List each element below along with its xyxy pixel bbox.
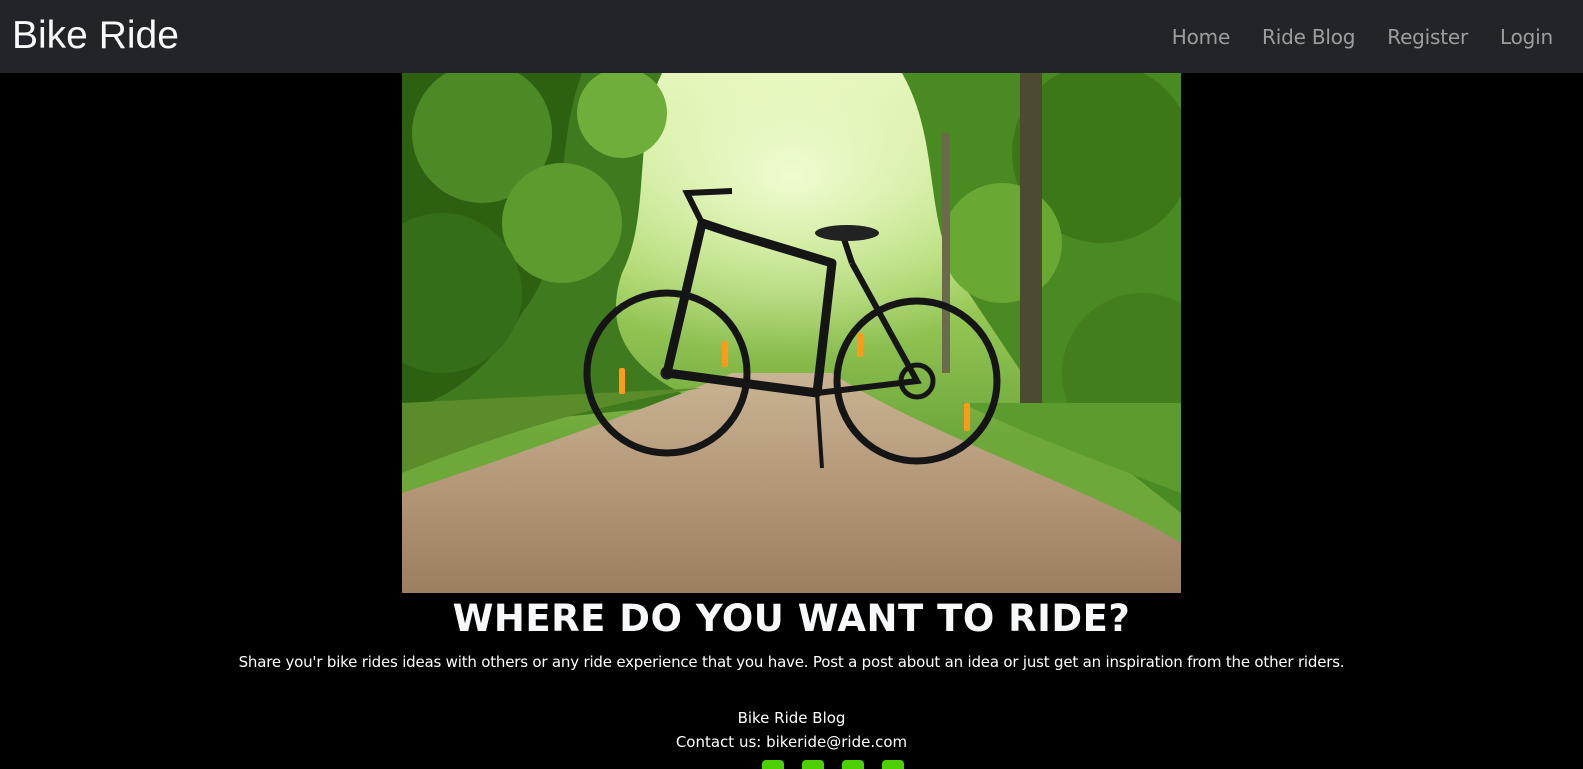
brand-logo[interactable]: Bike Ride <box>12 16 179 55</box>
youtube-icon[interactable] <box>882 760 904 769</box>
hero-image <box>402 73 1181 593</box>
instagram-icon[interactable] <box>842 760 864 769</box>
nav-home-link[interactable]: Home <box>1172 25 1230 49</box>
facebook-icon[interactable] <box>762 760 784 769</box>
nav-ride-blog-link[interactable]: Ride Blog <box>1262 25 1355 49</box>
footer-title: Bike Ride Blog <box>737 709 846 727</box>
lead-text: Share you'r bike rides ideas with others… <box>238 653 1345 671</box>
page-title: WHERE DO YOU WANT TO RIDE? <box>452 597 1131 640</box>
nav-register-link[interactable]: Register <box>1387 25 1468 49</box>
nav-links: Home Ride Blog Register Login <box>1140 25 1553 49</box>
nav-login-link[interactable]: Login <box>1500 25 1553 49</box>
footer-contact[interactable]: Contact us: bikeride@ride.com <box>0 731 1583 753</box>
twitter-icon[interactable] <box>802 760 824 769</box>
navbar: Bike Ride Home Ride Blog Register Login <box>0 0 1583 73</box>
social-links <box>762 760 904 769</box>
